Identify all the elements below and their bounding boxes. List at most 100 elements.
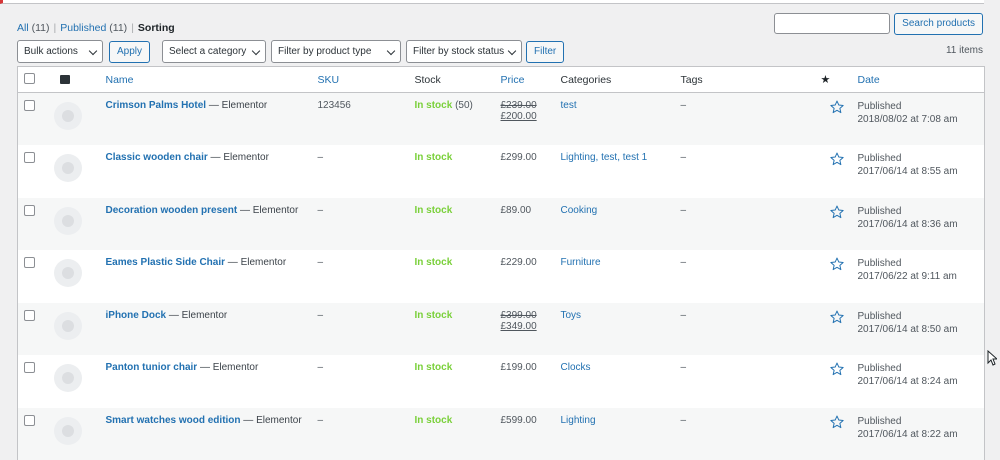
row-checkbox[interactable] xyxy=(24,309,35,321)
featured-star-icon[interactable] xyxy=(829,100,844,114)
search-products-button[interactable]: Search products xyxy=(894,13,983,35)
price-value: £89.00 xyxy=(500,204,532,216)
featured-star-icon[interactable] xyxy=(829,415,844,429)
product-name-link[interactable]: Crimson Palms Hotel xyxy=(106,100,207,111)
product-tags: – xyxy=(680,362,687,373)
row-checkbox[interactable] xyxy=(24,257,35,268)
view-filters: All (11) | Published (11) | Sorting xyxy=(17,22,175,34)
product-tags: – xyxy=(680,100,687,111)
apply-button[interactable]: Apply xyxy=(109,40,151,63)
table-row: Panton tunior chair — Elementor – In sto… xyxy=(18,355,985,408)
product-price: £199.00 xyxy=(501,355,561,408)
product-builder-label: — Elementor xyxy=(225,257,287,268)
search-input[interactable] xyxy=(774,13,891,34)
product-categories[interactable]: Toys xyxy=(561,310,582,321)
product-categories[interactable]: Lighting xyxy=(561,415,596,426)
product-thumbnail[interactable] xyxy=(53,154,82,182)
table-header-row: Name SKU Stock Price Categories Tags ★ D… xyxy=(17,66,985,93)
product-name-link[interactable]: iPhone Dock xyxy=(106,310,167,321)
featured-star-icon[interactable] xyxy=(829,310,844,324)
product-stock: In stock xyxy=(414,414,453,426)
view-published-link[interactable]: Published (11) xyxy=(60,22,127,34)
product-type-select[interactable]: Filter by product type xyxy=(271,40,402,63)
column-price[interactable]: Price xyxy=(500,66,561,93)
product-date: Published 2017/06/14 at 8:24 am xyxy=(857,363,958,387)
row-checkbox[interactable] xyxy=(24,414,35,426)
product-price: £239.00 £200.00 xyxy=(501,93,561,146)
table-row: Eames Plastic Side Chair — Elementor – I… xyxy=(18,250,985,303)
row-checkbox[interactable] xyxy=(24,152,35,163)
featured-star-icon[interactable] xyxy=(829,152,844,166)
select-all-checkbox[interactable] xyxy=(24,72,35,84)
featured-star-icon[interactable] xyxy=(829,205,844,219)
product-thumbnail[interactable] xyxy=(53,416,82,445)
bulk-actions-select[interactable]: Bulk actions xyxy=(17,40,103,63)
row-checkbox[interactable] xyxy=(24,362,35,373)
product-categories[interactable]: Furniture xyxy=(561,257,601,268)
product-categories[interactable]: Cooking xyxy=(561,205,598,216)
product-date: Published 2017/06/14 at 8:50 am xyxy=(857,310,958,335)
view-sorting-link[interactable]: Sorting xyxy=(138,22,175,34)
star-icon: ★ xyxy=(820,74,831,86)
product-name-link[interactable]: Decoration wooden present xyxy=(106,205,238,216)
product-name-link[interactable]: Classic wooden chair xyxy=(106,152,208,163)
product-thumbnail[interactable] xyxy=(53,364,82,392)
column-date[interactable]: Date xyxy=(857,66,985,93)
product-date: Published 2017/06/14 at 8:55 am xyxy=(857,153,958,177)
product-price: £229.00 xyxy=(501,250,561,303)
product-name-link[interactable]: Smart watches wood edition xyxy=(106,415,241,426)
column-sku[interactable]: SKU xyxy=(317,66,415,93)
featured-star-icon[interactable] xyxy=(829,362,844,376)
price-value: £299.00 xyxy=(500,152,537,163)
category-select[interactable]: Select a category xyxy=(162,40,267,63)
product-thumbnail[interactable] xyxy=(53,311,82,340)
product-sku: – xyxy=(317,204,324,216)
price-value: £229.00 xyxy=(500,257,537,268)
items-count: 11 items xyxy=(945,45,983,56)
placeholder-image-icon xyxy=(61,162,74,174)
row-checkbox[interactable] xyxy=(24,204,35,216)
product-stock: In stock xyxy=(414,362,453,373)
product-name-link[interactable]: Eames Plastic Side Chair xyxy=(106,257,226,268)
product-categories[interactable]: Clocks xyxy=(561,362,591,373)
product-builder-label: — Elementor xyxy=(197,362,259,373)
column-name[interactable]: Name xyxy=(105,66,318,93)
row-checkbox[interactable] xyxy=(24,100,35,111)
product-sku: – xyxy=(317,257,324,268)
product-date: Published 2017/06/14 at 8:22 am xyxy=(857,415,958,440)
product-stock: In stock xyxy=(414,257,453,268)
chevron-down-icon xyxy=(386,46,396,56)
product-price: £599.00 xyxy=(501,408,561,460)
product-thumbnail[interactable] xyxy=(53,102,82,130)
view-all-link[interactable]: All (11) xyxy=(17,22,50,34)
product-tags: – xyxy=(680,309,687,321)
column-tags: Tags xyxy=(680,66,821,93)
product-date: Published 2017/06/22 at 9:11 am xyxy=(857,258,957,282)
placeholder-image-icon xyxy=(61,267,74,279)
product-stock: In stock xyxy=(414,204,453,216)
table-row: iPhone Dock — Elementor – In stock £399.… xyxy=(17,302,985,355)
product-tags: – xyxy=(680,204,687,216)
product-thumbnail[interactable] xyxy=(53,259,82,287)
placeholder-image-icon xyxy=(61,424,74,437)
product-tags: – xyxy=(680,152,687,163)
product-sku: – xyxy=(317,152,324,163)
product-builder-label: — Elementor xyxy=(206,100,268,111)
product-tags: – xyxy=(680,414,687,426)
product-categories[interactable]: test xyxy=(561,100,577,111)
table-row: Classic wooden chair — Elementor – In st… xyxy=(18,145,985,198)
product-thumbnail[interactable] xyxy=(53,206,82,235)
table-nav: Bulk actions Apply Select a category Fil… xyxy=(17,40,565,63)
product-name-link[interactable]: Panton tunior chair xyxy=(106,362,198,373)
product-builder-label: — Elementor xyxy=(240,414,302,426)
column-featured[interactable]: ★ xyxy=(820,66,858,93)
sale-price: £349.00 xyxy=(500,320,537,332)
table-row: Crimson Palms Hotel — Elementor 123456 I… xyxy=(17,92,985,146)
product-categories[interactable]: Lighting, test, test 1 xyxy=(561,152,648,163)
stock-status-select[interactable]: Filter by stock status xyxy=(406,40,523,63)
placeholder-image-icon xyxy=(61,319,74,332)
filter-button[interactable]: Filter xyxy=(526,40,565,63)
placeholder-image-icon xyxy=(61,110,74,122)
sale-price: £200.00 xyxy=(500,111,537,122)
featured-star-icon[interactable] xyxy=(829,257,844,271)
